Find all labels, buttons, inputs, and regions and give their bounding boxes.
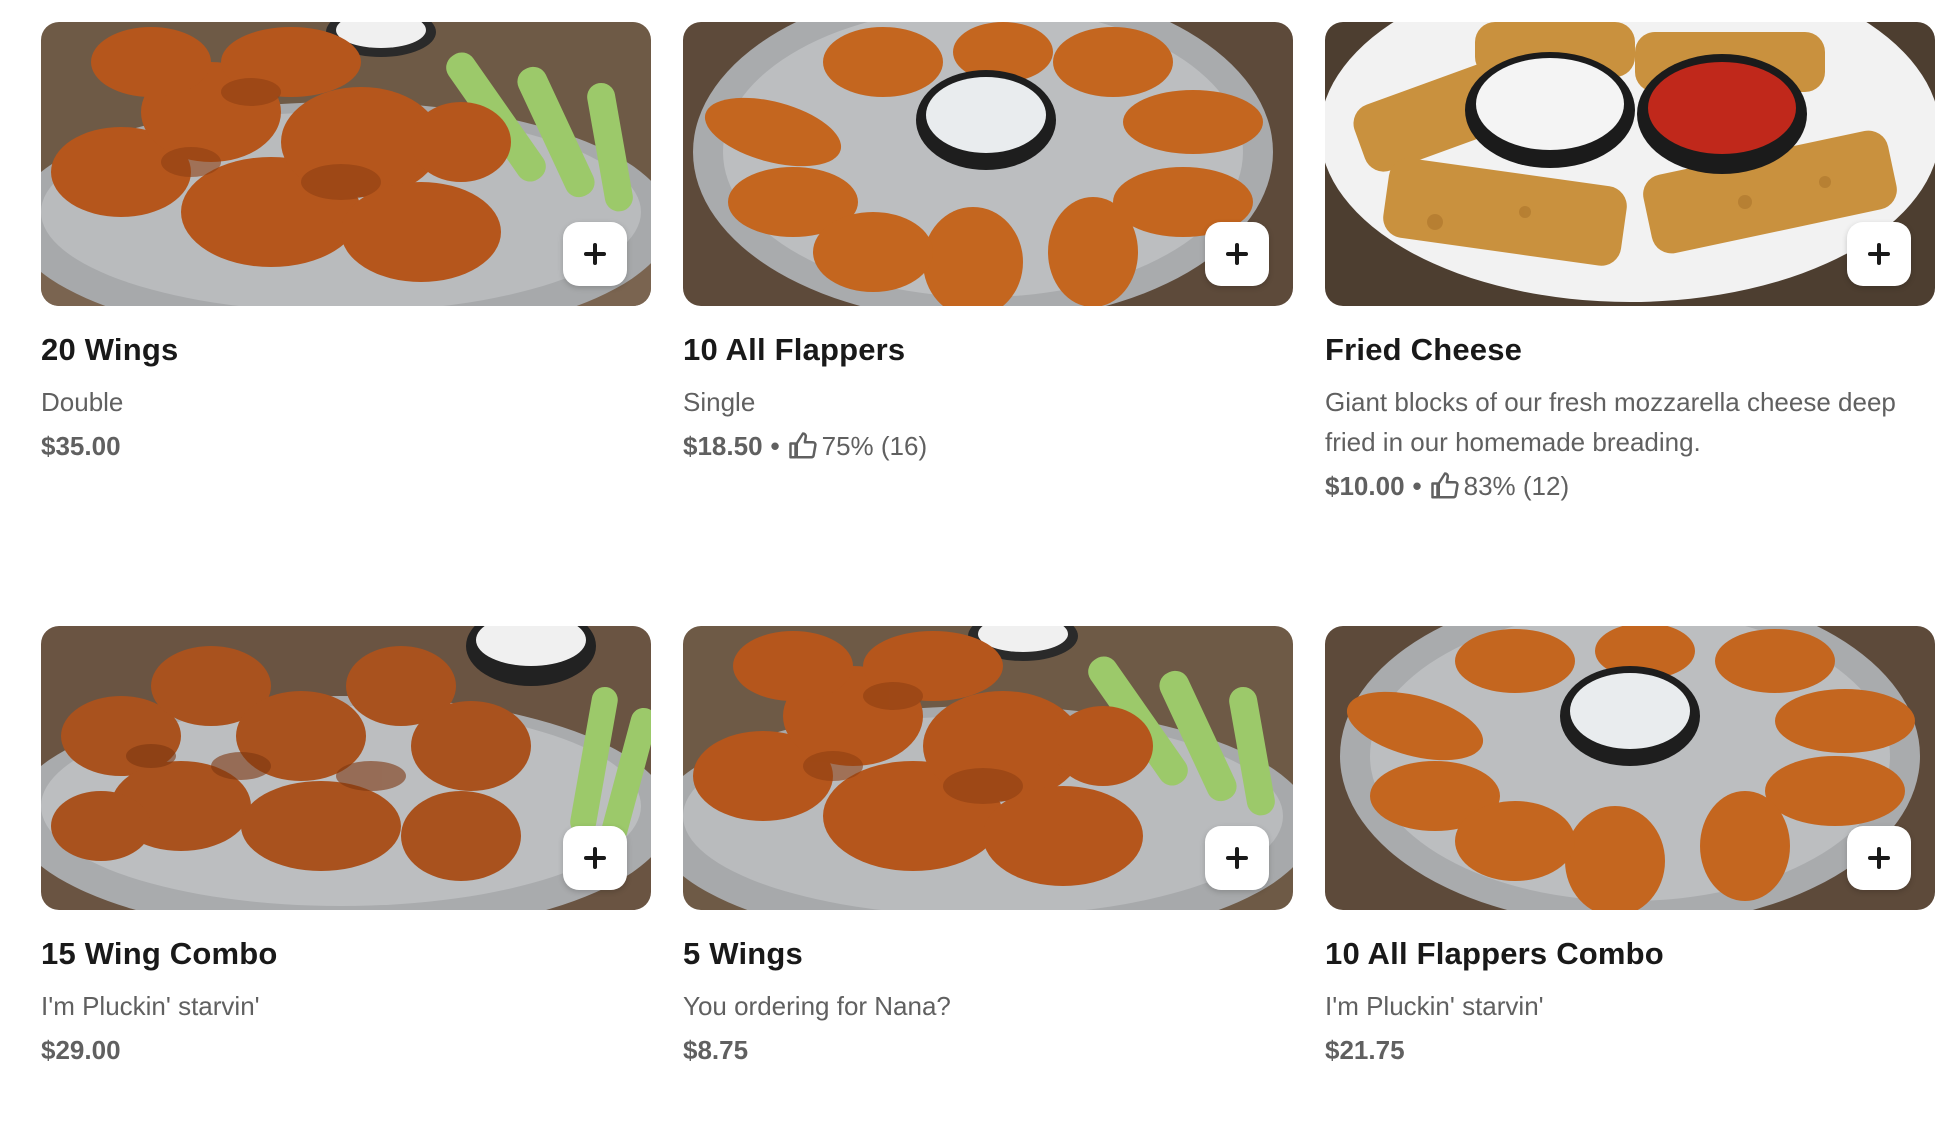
item-name: 20 Wings <box>41 332 179 367</box>
menu-item-card[interactable]: 10 All Flappers Combo I'm Pluckin' starv… <box>1325 626 1935 1146</box>
thumbs-up-icon <box>788 431 818 461</box>
item-description: Giant blocks of our fresh mozzarella che… <box>1325 387 1896 457</box>
item-name: 10 All Flappers <box>683 332 906 367</box>
flappers-plate-image <box>1325 626 1935 910</box>
plus-icon <box>1868 243 1890 265</box>
item-description: I'm Pluckin' starvin' <box>1325 991 1544 1021</box>
add-to-cart-button[interactable] <box>563 826 627 890</box>
menu-item-card[interactable]: 15 Wing Combo I'm Pluckin' starvin' $29.… <box>41 626 651 1146</box>
menu-item-card[interactable]: 10 All Flappers Single $18.50 • 75% (16) <box>683 22 1293 626</box>
plus-icon <box>584 243 606 265</box>
item-photo[interactable] <box>683 626 1293 910</box>
item-name: 5 Wings <box>683 936 803 971</box>
item-name: 10 All Flappers Combo <box>1325 936 1664 971</box>
item-description: I'm Pluckin' starvin' <box>41 991 260 1021</box>
separator-dot: • <box>1412 471 1422 501</box>
item-photo[interactable] <box>1325 626 1935 910</box>
item-name: 15 Wing Combo <box>41 936 278 971</box>
plus-icon <box>584 847 606 869</box>
item-photo[interactable] <box>1325 22 1935 306</box>
item-price: $8.75 <box>683 1035 749 1065</box>
item-photo[interactable] <box>683 22 1293 306</box>
item-meta: $8.75 <box>683 1030 1293 1070</box>
item-description: Double <box>41 387 124 417</box>
item-price: $10.00 <box>1325 471 1405 501</box>
plus-icon <box>1226 847 1248 869</box>
thumbs-up-icon <box>1430 471 1460 501</box>
add-to-cart-button[interactable] <box>563 222 627 286</box>
item-photo[interactable] <box>41 22 651 306</box>
add-to-cart-button[interactable] <box>1847 826 1911 890</box>
wings-with-celery-image <box>41 22 651 306</box>
item-price: $29.00 <box>41 1035 121 1065</box>
menu-item-card[interactable]: 5 Wings You ordering for Nana? $8.75 <box>683 626 1293 1146</box>
item-rating: 83% (12) <box>1463 471 1570 501</box>
item-meta: $35.00 <box>41 426 651 466</box>
item-meta: $29.00 <box>41 1030 651 1070</box>
item-meta: $18.50 • 75% (16) <box>683 426 1293 466</box>
item-description: Single <box>683 387 756 417</box>
menu-item-card[interactable]: 20 Wings Double $35.00 <box>41 22 651 626</box>
item-meta: $21.75 <box>1325 1030 1935 1070</box>
item-photo[interactable] <box>41 626 651 910</box>
item-price: $35.00 <box>41 431 121 461</box>
plus-icon <box>1868 847 1890 869</box>
item-rating: 75% (16) <box>821 431 928 461</box>
flappers-plate-image <box>683 22 1293 306</box>
item-meta: $10.00 • 83% (12) <box>1325 466 1935 506</box>
add-to-cart-button[interactable] <box>1205 222 1269 286</box>
add-to-cart-button[interactable] <box>1847 222 1911 286</box>
separator-dot: • <box>770 431 780 461</box>
menu-item-card[interactable]: Fried Cheese Giant blocks of our fresh m… <box>1325 22 1935 626</box>
plus-icon <box>1226 243 1248 265</box>
add-to-cart-button[interactable] <box>1205 826 1269 890</box>
item-price: $21.75 <box>1325 1035 1405 1065</box>
item-name: Fried Cheese <box>1325 332 1523 367</box>
wing-combo-image <box>41 626 651 910</box>
item-price: $18.50 <box>683 431 763 461</box>
wings-with-celery-image <box>683 626 1293 910</box>
item-description: You ordering for Nana? <box>683 991 951 1021</box>
fried-cheese-image <box>1325 22 1935 306</box>
